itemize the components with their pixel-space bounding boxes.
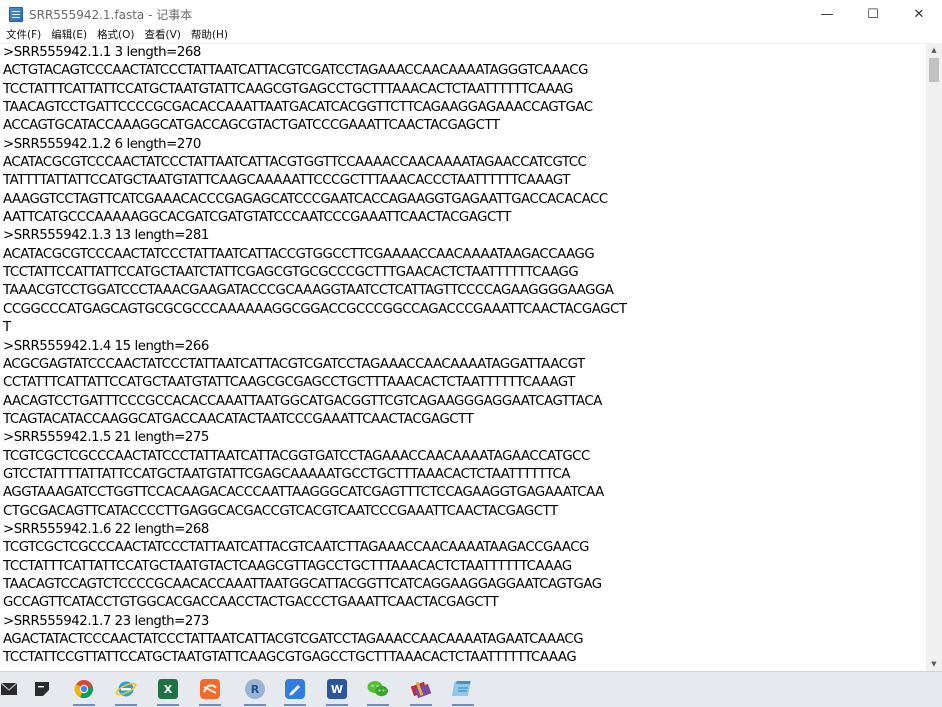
text-line: AAAGGTCCTAGTTCATCGAAACACCCGAGAGCATCCCGAA… — [3, 191, 608, 207]
r-icon: R — [245, 679, 265, 699]
internet-explorer-icon — [115, 681, 137, 697]
text-line: ACATACGCGTCCCAACTATCCCTATTAATCATTACCGTGG… — [3, 246, 595, 262]
text-line: ACTGTACAGTCCCAACTATCCCTATTAATCATTACGTCGA… — [3, 63, 588, 79]
menu-file[interactable]: 文件(F) — [0, 28, 46, 43]
taskbar-sticky-notes[interactable] — [27, 676, 57, 702]
mail-icon — [0, 682, 18, 695]
vertical-scrollbar[interactable]: ▲ ▼ — [926, 43, 942, 671]
menu-bar: 文件(F) 编辑(E) 格式(O) 查看(V) 帮助(H) — [0, 28, 942, 43]
taskbar-chrome[interactable] — [69, 676, 99, 706]
window-title: SRR555942.1.fasta - 记事本 — [29, 7, 193, 22]
maximize-button[interactable]: ☐ — [850, 0, 896, 28]
text-line: TCCTATTTCATTATTCCATGCTAATGTACTCAAGCGTTAG… — [3, 558, 572, 574]
menu-view[interactable]: 查看(V) — [140, 28, 186, 43]
text-line: >SRR555942.1.4 15 length=266 — [3, 338, 209, 354]
text-line: AGACTATACTCCCAACTATCCCTATTAATCATTACGTCGA… — [3, 632, 584, 647]
text-line: >SRR555942.1.1 3 length=268 — [3, 45, 201, 60]
chrome-icon — [74, 680, 93, 699]
text-line: ACGCGAGTATCCCAACTATCCCTATTAATCATTACGTCGA… — [3, 356, 585, 372]
taskbar-wechat[interactable] — [363, 676, 393, 706]
taskbar-r[interactable]: R — [240, 676, 270, 706]
rar-archive-icon — [410, 681, 432, 699]
notepad-icon — [9, 6, 23, 22]
minimize-button[interactable]: — — [804, 0, 850, 28]
close-icon: ✕ — [913, 6, 925, 22]
taskbar-rar[interactable] — [406, 676, 436, 706]
text-line: CCTATTTCATTATTCCATGCTAATGTATTCAAGCGCGAGC… — [3, 375, 575, 391]
taskbar: X R W — [0, 671, 942, 707]
taskbar-pen-tool[interactable] — [280, 676, 310, 706]
menu-help[interactable]: 帮助(H) — [186, 28, 233, 43]
text-line: TAAACGTCCTGGATCCCTAAACGAAGATACCCGCAAAGGT… — [3, 283, 614, 299]
text-line: TCCTATTCCGTTATTCCATGCTAATGTATTCAAGCGTGAG… — [3, 650, 577, 666]
text-line: GTCCTATTTTATTATTCCATGCTAATGTATTCGAGCAAAA… — [3, 466, 570, 482]
text-line: TCGTCGCTCGCCCAACTATCCCTATTAATCATTACGTCAA… — [3, 540, 589, 556]
text-editor[interactable]: >SRR555942.1.1 3 length=268 ACTGTACAGTCCC… — [0, 43, 926, 672]
chevron-down-icon: ▼ — [931, 660, 937, 668]
scroll-down-button[interactable]: ▼ — [926, 657, 942, 671]
window-controls: — ☐ ✕ — [804, 0, 942, 28]
title-bar[interactable]: SRR555942.1.fasta - 记事本 — ☐ ✕ — [0, 0, 942, 28]
text-line: TCGTCGCTCGCCCAACTATCCCTATTAATCATTACGGTGA… — [3, 448, 590, 464]
close-button[interactable]: ✕ — [896, 0, 942, 28]
excel-icon: X — [158, 679, 178, 699]
notepad-icon — [452, 681, 471, 696]
scrollbar-thumb[interactable] — [929, 58, 939, 82]
taskbar-notepad[interactable] — [448, 676, 478, 706]
text-line: CTGCGACAGTTCATACCCCTTGAGGCACGACCGTCACGTC… — [3, 503, 558, 519]
text-line: >SRR555942.1.5 21 length=275 — [3, 430, 209, 446]
text-line: AACAGTCCTGATTTCCCGCCACACCAAATTAATGGCATGA… — [3, 393, 602, 409]
text-line: ACATACGCGTCCCAACTATCCCTATTAATCATTACGTGGT… — [3, 155, 587, 171]
text-line: >SRR555942.1.7 23 length=273 — [3, 613, 209, 629]
text-line: T — [3, 320, 11, 336]
text-line: TAACAGTCCTGATTCCCCGCGACACCAAATTAATGACATC… — [3, 100, 593, 116]
text-line: TCCTATTTCATTATTCCATGCTAATGTATTCAAGCGTGAG… — [3, 81, 574, 97]
wps-icon — [200, 679, 220, 699]
minimize-icon: — — [820, 6, 834, 22]
text-line: AGGTAAAGATCCTGGTTCCACAAGACACCCAATTAAGGGC… — [3, 485, 604, 501]
taskbar-wps[interactable] — [195, 676, 225, 706]
menu-format[interactable]: 格式(O) — [92, 28, 139, 43]
word-icon: W — [327, 679, 347, 699]
taskbar-ie[interactable] — [111, 676, 141, 706]
text-line: ACCAGTGCATACCAAAGGCATGACCAGCGTACTGATCCCG… — [3, 118, 500, 134]
pen-tool-icon — [285, 679, 305, 699]
sticky-notes-icon — [35, 682, 49, 696]
text-line: >SRR555942.1.6 22 length=268 — [3, 521, 209, 537]
text-line: >SRR555942.1.3 13 length=281 — [3, 228, 209, 244]
chevron-up-icon: ▲ — [931, 46, 937, 54]
taskbar-mail[interactable] — [0, 676, 24, 702]
text-line: TCAGTACATACCAAGGCATGACCAACATACTAATCCCGAA… — [3, 411, 474, 427]
text-line: TAACAGTCCAGTCTCCCCGCAACACCAAATTAATGGCATT… — [3, 576, 602, 592]
taskbar-excel[interactable]: X — [153, 676, 183, 706]
menu-edit[interactable]: 编辑(E) — [46, 28, 92, 43]
text-line: TATTTTATTATTCCATGCTAATGTATTCAAGCAAAAATTC… — [3, 173, 570, 189]
wechat-icon — [367, 681, 388, 697]
taskbar-word[interactable]: W — [322, 676, 352, 706]
text-line: CCGGCCCATGAGCAGTGCGCGCCCAAAAAAGGCGGACCGC… — [3, 301, 627, 317]
scroll-up-button[interactable]: ▲ — [926, 43, 942, 57]
text-line: AATTCATGCCCAAAAAGGCACGATCGATGTATCCCAATCC… — [3, 210, 511, 226]
text-line: TCCTATTCCATTATTCCATGCTAATCTATTCGAGCGTGCG… — [3, 265, 579, 281]
text-line: GCCAGTTCATACCTGTGGCACGACCAACCTACTGACCCTG… — [3, 595, 499, 611]
maximize-icon: ☐ — [867, 6, 879, 22]
text-line: >SRR555942.1.2 6 length=270 — [3, 136, 201, 152]
